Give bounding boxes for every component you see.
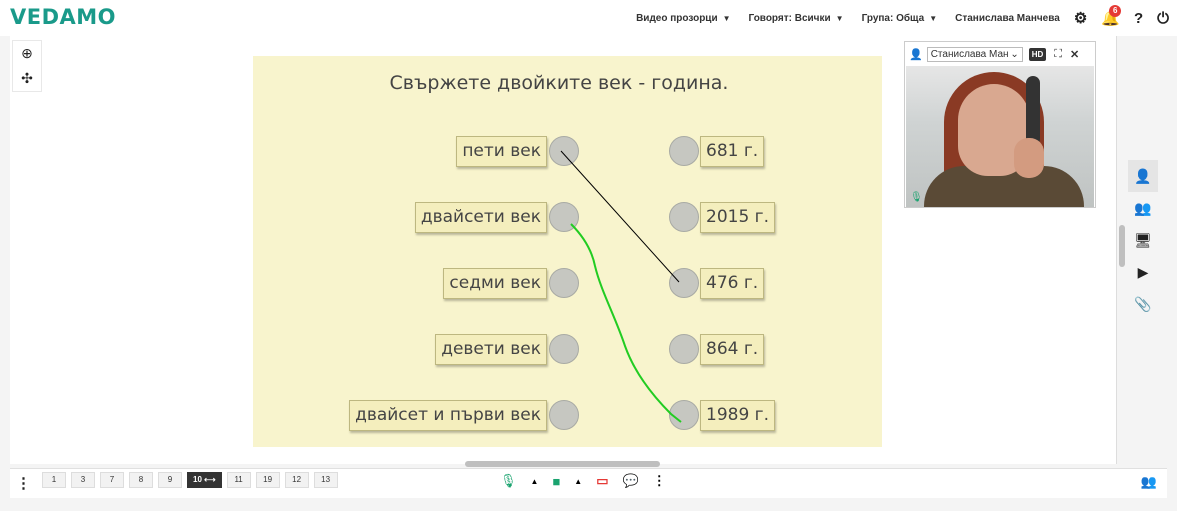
fit-to-screen-icon[interactable]: ✣ (13, 66, 41, 91)
page-tab[interactable]: 19 (255, 472, 280, 488)
right-card-3[interactable]: 476 г. (700, 268, 765, 299)
page-tab[interactable]: 12 (284, 472, 309, 488)
left-card-1[interactable]: пети век (456, 136, 547, 167)
bottom-bar: ⋮ 1 3 7 8 9 10 ⟷ 11 19 12 13 🎙 ▲ ■ ▲ ▭ 💬… (10, 468, 1167, 498)
chevron-down-icon: ▼ (835, 13, 844, 23)
right-connector-5[interactable] (669, 400, 699, 430)
zoom-in-icon[interactable]: ⊕ (13, 41, 41, 66)
more-media-icon[interactable]: ⋮ (653, 473, 666, 489)
page-tab[interactable]: 1 (42, 472, 66, 488)
page-tab[interactable]: 8 (129, 472, 153, 488)
video-hand (1014, 138, 1044, 178)
match-line-green (570, 223, 682, 423)
right-connector-1[interactable] (669, 136, 699, 166)
participants-icon[interactable]: 👥 (1141, 474, 1157, 490)
more-menu-icon[interactable]: ⋮ (16, 474, 31, 492)
left-connector-5[interactable] (549, 400, 579, 430)
video-windows-label: Видео прозорци (636, 12, 718, 24)
exercise-title: Свържете двойките век - година. (389, 72, 729, 94)
person-icon: 👤 (909, 48, 923, 61)
speaking-menu[interactable]: Говорят: Всички ▼ (749, 13, 844, 24)
participant-icon[interactable]: 👤 (1128, 160, 1158, 192)
close-icon[interactable]: ✕ (1070, 48, 1079, 61)
page-tab[interactable]: 7 (100, 472, 124, 488)
video-headset (1026, 76, 1040, 146)
mic-options-icon[interactable]: ▲ (531, 477, 539, 486)
screen-share-icon[interactable]: ▭ (596, 473, 608, 489)
group-label: Група: Обща (861, 12, 925, 24)
vertical-scrollbar[interactable] (1119, 225, 1125, 267)
fullscreen-icon[interactable]: ⛶ (1054, 48, 1062, 61)
zoom-tools: ⊕ ✣ (12, 40, 42, 92)
chevron-down-icon: ⌄ (1010, 48, 1019, 60)
left-connector-4[interactable] (549, 334, 579, 364)
chat-icon[interactable]: 💬 (623, 473, 639, 489)
page-tab[interactable]: 11 (226, 472, 251, 488)
camera-icon[interactable]: ■ (552, 474, 560, 489)
right-connector-2[interactable] (669, 202, 699, 232)
left-connector-2[interactable] (549, 202, 579, 232)
media-controls: 🎙 ▲ ■ ▲ ▭ 💬 ⋮ (500, 473, 680, 489)
page-tabs: 1 3 7 8 9 10 ⟷ 11 19 12 13 (42, 472, 343, 488)
participant-select[interactable]: Станислава Ман ⌄ (926, 46, 1023, 62)
play-icon[interactable]: ▶ (1128, 256, 1158, 288)
video-feed: 🎙 (906, 66, 1094, 207)
group-menu[interactable]: Група: Обща ▼ (862, 13, 938, 24)
chevron-down-icon: ▼ (929, 13, 938, 23)
hd-button[interactable]: HD (1028, 47, 1047, 61)
page-tab-active[interactable]: 10 ⟷ (187, 472, 222, 488)
match-lines (560, 150, 682, 423)
right-card-1[interactable]: 681 г. (700, 136, 765, 167)
microphone-icon[interactable]: 🎙 (500, 473, 517, 489)
user-name-label: Станислава Манчева (955, 12, 1060, 24)
notifications-button[interactable]: 🔔 6 (1101, 5, 1122, 27)
left-card-2[interactable]: двайсети век (414, 202, 547, 233)
chevron-down-icon: ▼ (722, 13, 731, 23)
group-icon[interactable]: 👥 (1128, 192, 1158, 224)
help-icon[interactable]: ? (1134, 10, 1143, 27)
right-card-4[interactable]: 864 г. (700, 334, 765, 365)
power-icon[interactable]: ⏻ (1157, 10, 1169, 27)
screen-icon[interactable]: 🖥 (1128, 224, 1158, 256)
app-window: VEDAMO Видео прозорци ▼ Говорят: Всички … (0, 0, 1177, 511)
right-connector-4[interactable] (669, 334, 699, 364)
top-menu: Видео прозорци ▼ Говорят: Всички ▼ Група… (618, 0, 1169, 36)
right-connector-3[interactable] (669, 268, 699, 298)
right-card-5[interactable]: 1989 г. (700, 400, 776, 431)
left-card-5[interactable]: двайсет и първи век (349, 400, 547, 431)
right-rail: 👤 👥 🖥 ▶ 📎 (1128, 160, 1158, 320)
left-card-3[interactable]: седми век (443, 268, 547, 299)
left-connector-3[interactable] (549, 268, 579, 298)
speaking-label: Говорят: Всички (748, 12, 831, 24)
left-connector-1[interactable] (549, 136, 579, 166)
right-card-2[interactable]: 2015 г. (700, 202, 776, 233)
paperclip-icon[interactable]: 📎 (1128, 288, 1158, 320)
camera-options-icon[interactable]: ▲ (574, 477, 582, 486)
page-tab[interactable]: 3 (71, 472, 95, 488)
video-window-header: 👤 Станислава Ман ⌄ HD ⛶ ✕ (905, 42, 1095, 66)
top-bar: VEDAMO Видео прозорци ▼ Говорят: Всички … (0, 0, 1177, 36)
user-name[interactable]: Станислава Манчева (955, 13, 1060, 24)
vedamo-logo[interactable]: VEDAMO (10, 5, 116, 29)
participant-name: Станислава Ман (930, 48, 1009, 60)
gear-icon[interactable]: ⚙ (1074, 9, 1087, 27)
page-tab[interactable]: 13 (313, 472, 338, 488)
microphone-icon: 🎙 (910, 192, 923, 203)
page-tab[interactable]: 9 (158, 472, 182, 488)
video-windows-menu[interactable]: Видео прозорци ▼ (636, 13, 730, 24)
left-card-4[interactable]: девети век (435, 334, 547, 365)
horizontal-scrollbar[interactable] (465, 461, 660, 467)
video-window: 👤 Станислава Ман ⌄ HD ⛶ ✕ 🎙 (904, 41, 1096, 208)
matching-exercise: Свържете двойките век - година. пети век… (253, 56, 882, 447)
